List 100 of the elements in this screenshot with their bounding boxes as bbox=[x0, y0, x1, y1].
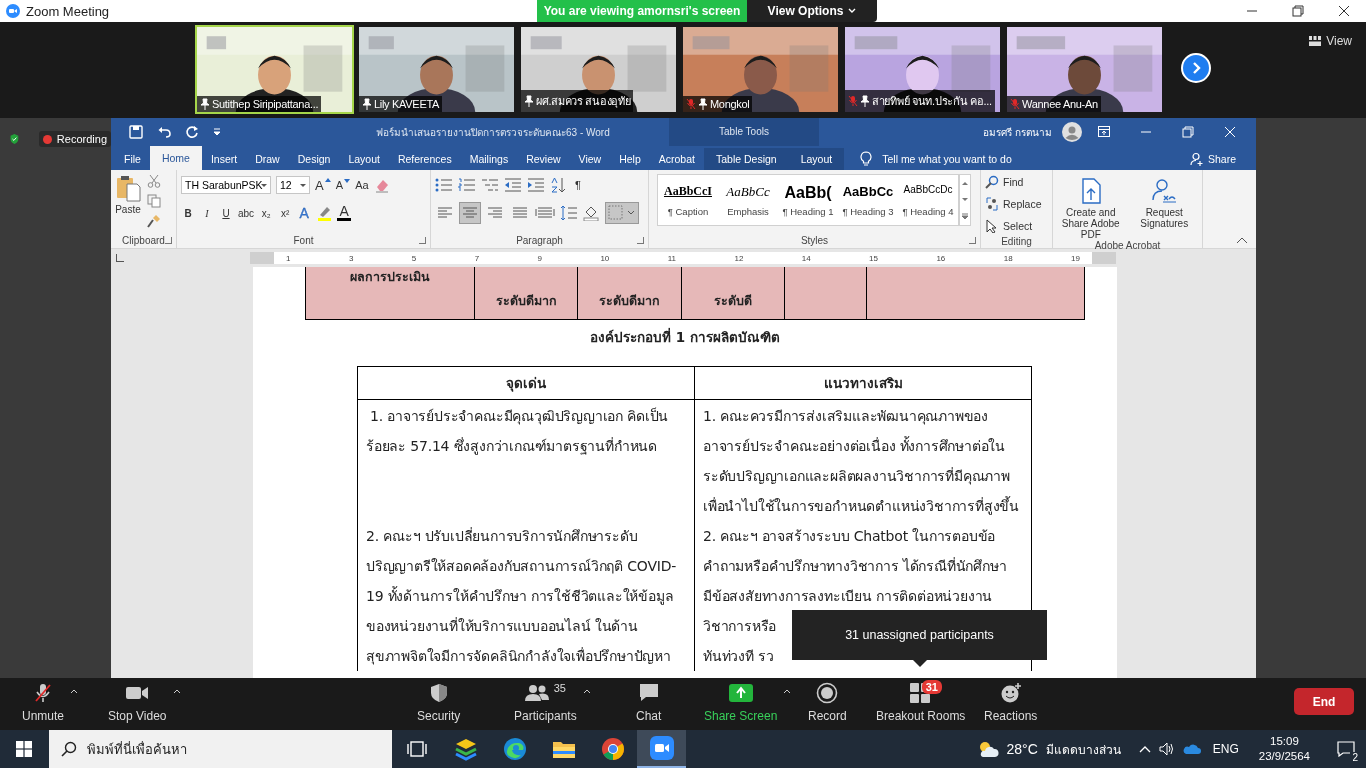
editing-button[interactable]: Find bbox=[985, 174, 1048, 190]
shrink-font-button[interactable]: A bbox=[335, 179, 350, 191]
taskbar-search-field[interactable]: พิมพ์ที่นี่เพื่อค้นหา bbox=[49, 730, 392, 768]
shading-icon[interactable] bbox=[583, 205, 601, 221]
format-button[interactable]: B bbox=[181, 207, 195, 219]
font-color-button[interactable]: A bbox=[337, 205, 352, 221]
collapse-ribbon-icon[interactable] bbox=[1236, 236, 1248, 244]
acrobat-button[interactable]: Create and Share Adobe PDF bbox=[1057, 174, 1125, 240]
multilevel-list-icon[interactable] bbox=[481, 178, 499, 192]
ribbon-tab[interactable]: Help bbox=[610, 148, 650, 170]
ribbon-display-icon[interactable] bbox=[1098, 126, 1110, 137]
language-indicator[interactable]: ENG bbox=[1212, 742, 1239, 756]
tab-selector-icon[interactable] bbox=[116, 254, 124, 262]
gallery-scrollbar[interactable] bbox=[959, 174, 971, 226]
bullets-icon[interactable] bbox=[435, 178, 453, 192]
ribbon-tab[interactable]: Home bbox=[149, 146, 202, 170]
ribbon-tab[interactable]: View bbox=[569, 148, 611, 170]
caret-icon[interactable] bbox=[582, 688, 591, 694]
video-tile[interactable]: Sutithep Siripipattana... bbox=[195, 25, 354, 114]
start-icon[interactable] bbox=[16, 741, 32, 757]
style-item[interactable]: AaBbCc ¶ Heading 3 bbox=[838, 175, 898, 225]
view-button[interactable]: View bbox=[1309, 34, 1352, 48]
lightbulb-icon[interactable] bbox=[860, 151, 873, 167]
reactions-button[interactable]: Reactions bbox=[984, 682, 1038, 723]
notifications-button[interactable]: 2 bbox=[1326, 730, 1366, 768]
view-options-button[interactable]: View Options bbox=[747, 0, 877, 22]
participants-button[interactable]: 35 Participants bbox=[514, 682, 577, 723]
record-button[interactable]: Record bbox=[808, 682, 847, 723]
change-case-button[interactable]: Aa bbox=[355, 179, 369, 191]
undo-icon[interactable] bbox=[157, 125, 171, 139]
ribbon-tab[interactable]: References bbox=[388, 148, 461, 170]
decrease-indent-icon[interactable] bbox=[504, 178, 522, 192]
video-tile[interactable]: Wannee Anu-An bbox=[1005, 25, 1164, 114]
video-tile[interactable]: ผศ.สมควร สนองอุทัย bbox=[519, 25, 678, 114]
ribbon-tab[interactable]: Insert bbox=[201, 148, 247, 170]
format-button[interactable]: x² bbox=[278, 207, 293, 219]
end-meeting-button[interactable]: End bbox=[1294, 688, 1354, 715]
ribbon-tab[interactable]: Design bbox=[288, 148, 340, 170]
restore-icon[interactable] bbox=[1292, 5, 1304, 17]
save-icon[interactable] bbox=[129, 125, 143, 139]
clock[interactable]: 15:09 23/9/2564 bbox=[1258, 734, 1310, 764]
caret-icon[interactable] bbox=[172, 688, 181, 694]
speaker-icon[interactable] bbox=[1158, 742, 1175, 756]
chat-button[interactable]: Chat bbox=[636, 682, 662, 723]
video-button[interactable]: Stop Video bbox=[108, 682, 167, 723]
format-button[interactable]: I bbox=[200, 207, 214, 219]
style-item[interactable]: AaBb( ¶ Heading 1 bbox=[778, 175, 838, 225]
taskbar-app-button[interactable] bbox=[637, 730, 686, 768]
format-button[interactable]: abc bbox=[238, 207, 255, 219]
ribbon-tab[interactable]: Mailings bbox=[460, 148, 518, 170]
chevron-up-icon[interactable] bbox=[1138, 745, 1151, 753]
ruler[interactable]: 1 3 5 7 9 10 11 12 14 15 16 18 19 bbox=[250, 252, 1116, 264]
style-item[interactable]: AaBbCc Emphasis bbox=[718, 175, 778, 225]
tell-me-search[interactable]: Tell me what you want to do bbox=[882, 153, 1012, 165]
ribbon-tab[interactable]: Acrobat bbox=[649, 148, 704, 170]
font-name-field[interactable]: TH SarabunPSK bbox=[181, 176, 271, 194]
ribbon-tab[interactable]: Draw bbox=[246, 148, 289, 170]
dialog-launcher-icon[interactable] bbox=[637, 237, 644, 244]
share-button[interactable]: Share Screen bbox=[704, 682, 778, 723]
ribbon-tab[interactable]: Table Design bbox=[703, 148, 789, 170]
text-effects-button[interactable]: A bbox=[297, 205, 312, 221]
highlighter-icon[interactable] bbox=[316, 205, 333, 221]
redo-icon[interactable] bbox=[185, 125, 199, 139]
sort-icon[interactable] bbox=[550, 177, 566, 193]
dialog-launcher-icon[interactable] bbox=[165, 237, 172, 244]
paste-button[interactable]: Paste bbox=[115, 174, 141, 232]
scroll-down-icon[interactable] bbox=[961, 196, 969, 202]
next-page-button[interactable] bbox=[1181, 53, 1211, 83]
font-size-field[interactable]: 12 bbox=[276, 176, 310, 194]
share-button[interactable]: Share bbox=[1189, 148, 1236, 170]
dialog-launcher-icon[interactable] bbox=[419, 237, 426, 244]
ribbon-tab[interactable]: Review bbox=[517, 148, 570, 170]
video-tile[interactable]: Lily KAVEETA bbox=[357, 25, 516, 114]
avatar-icon[interactable] bbox=[1062, 122, 1082, 142]
video-tile[interactable]: Mongkol bbox=[681, 25, 840, 114]
restore-icon[interactable] bbox=[1182, 126, 1194, 138]
acrobat-button[interactable]: Request Signatures bbox=[1130, 174, 1198, 240]
ribbon-tab[interactable]: Layout bbox=[339, 148, 389, 170]
show-formatting-button[interactable]: ¶ bbox=[571, 179, 585, 191]
increase-indent-icon[interactable] bbox=[527, 178, 545, 192]
video-tile[interactable]: สายทิพย์ จนท.ประกัน คอ... bbox=[843, 25, 1002, 114]
style-item[interactable]: AaBbCcI ¶ Caption bbox=[658, 175, 718, 225]
ribbon-tab[interactable]: File bbox=[115, 148, 150, 170]
mic-button[interactable]: Unmute bbox=[22, 682, 65, 723]
cloud-icon[interactable] bbox=[1182, 743, 1201, 755]
scissors-icon[interactable] bbox=[147, 174, 161, 188]
brush-icon[interactable] bbox=[147, 214, 161, 228]
ribbon-tab[interactable]: Layout bbox=[788, 148, 845, 170]
caret-icon[interactable] bbox=[70, 688, 79, 694]
editing-button[interactable]: Select bbox=[985, 218, 1048, 234]
breakout-button[interactable]: 31 Breakout Rooms bbox=[876, 682, 966, 723]
grow-font-button[interactable]: A bbox=[315, 177, 331, 193]
more-styles-icon[interactable] bbox=[961, 212, 969, 220]
scroll-up-icon[interactable] bbox=[961, 180, 969, 186]
close-icon[interactable] bbox=[1338, 5, 1350, 17]
caret-icon[interactable] bbox=[783, 688, 792, 694]
line-spacing-icon[interactable] bbox=[560, 205, 578, 221]
dialog-launcher-icon[interactable] bbox=[969, 237, 976, 244]
security-button[interactable]: Security bbox=[417, 682, 461, 723]
format-button[interactable]: x₂ bbox=[259, 207, 274, 219]
